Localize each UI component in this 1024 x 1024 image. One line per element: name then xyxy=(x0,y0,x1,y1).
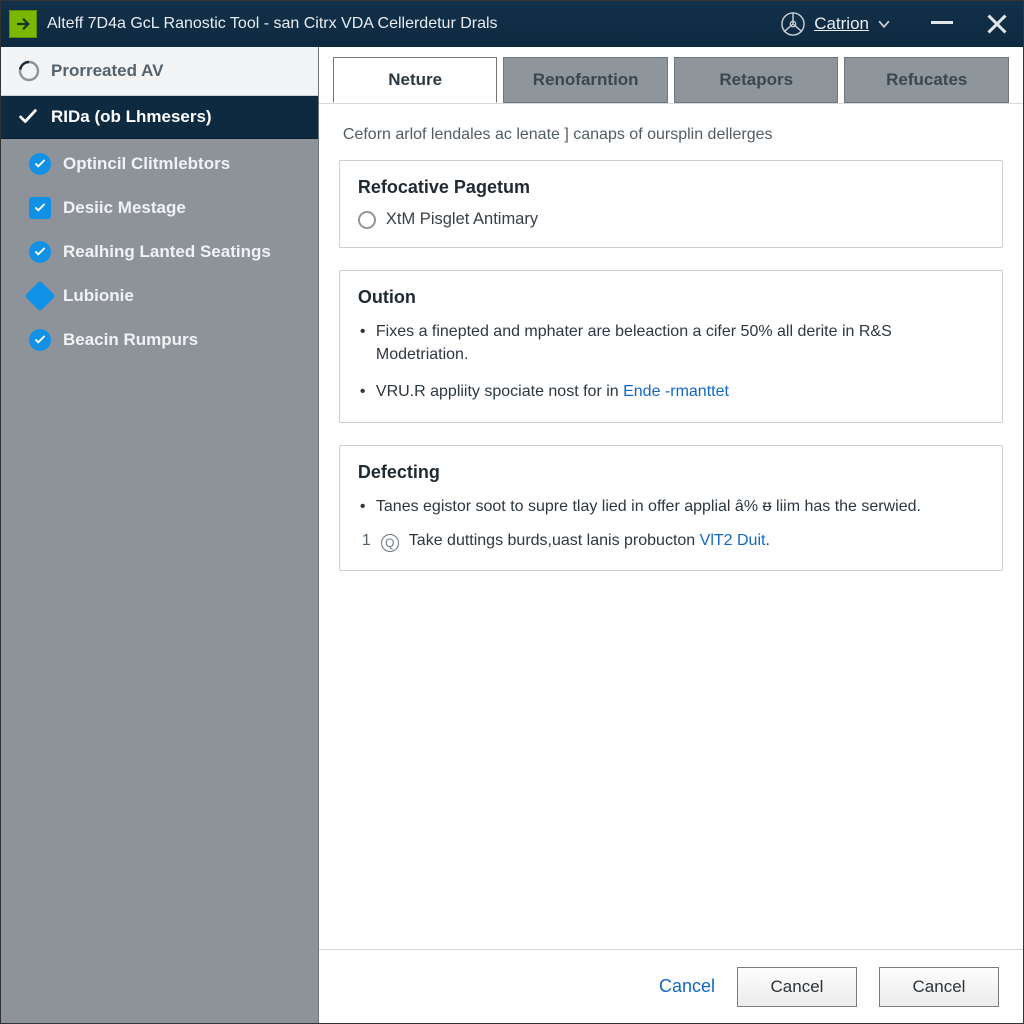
footer-button-2[interactable]: Cancel xyxy=(879,967,999,1007)
sidebar-header-label: Prorreated AV xyxy=(51,61,163,81)
sidebar-items: Optincil Clitmlebtors Desiic Mestage Rea… xyxy=(1,139,318,351)
bullet-list: Fixes a finepted and mphater are beleact… xyxy=(358,320,984,404)
cube-icon xyxy=(24,280,55,311)
brand-dropdown[interactable]: Catrion xyxy=(780,11,891,37)
radio-label: XtM Pisglet Antimary xyxy=(386,210,538,229)
content-area: Ceforn arlof lendales ac lenate ] canaps… xyxy=(319,104,1023,949)
row-index: 1 xyxy=(362,532,371,550)
sidebar-item-2[interactable]: Realhing Lanted Seatings xyxy=(29,241,302,263)
panel-heading: Oution xyxy=(358,287,984,308)
sidebar-item-label: Realhing Lanted Seatings xyxy=(63,242,271,262)
window-body: Prorreated AV RIDa (ob Lhmesers) Optinci… xyxy=(1,47,1023,1023)
sidebar-item-label: Optincil Clitmlebtors xyxy=(63,154,230,174)
panel-heading: Refocative Pagetum xyxy=(358,177,984,198)
bullet-text: Tanes egistor soot to supre tlay lied in… xyxy=(376,498,921,515)
tab-2[interactable]: Retapors xyxy=(674,57,839,103)
numbered-row: 1 Q Take duttings burds,uast lanis probu… xyxy=(358,532,984,552)
chevron-down-icon xyxy=(877,17,891,31)
panel-heading: Defecting xyxy=(358,462,984,483)
bullet-item: VRU.R appliity spociate nost for in Ende… xyxy=(358,380,984,403)
brand-wheel-icon xyxy=(780,11,806,37)
check-icon xyxy=(17,106,39,128)
close-button[interactable] xyxy=(985,13,1007,35)
arrow-right-icon xyxy=(14,15,32,33)
tab-0[interactable]: Neture xyxy=(333,57,498,103)
sidebar-item-1[interactable]: Desiic Mestage xyxy=(29,197,302,219)
tab-bar: Neture Renofarntion Retapors Refucates xyxy=(319,47,1023,104)
footer-link-cancel[interactable]: Cancel xyxy=(659,976,715,997)
minimize-icon xyxy=(931,21,953,24)
sidebar-item-4[interactable]: Beacin Rumpurs xyxy=(29,329,302,351)
row-text: Take duttings burds,uast lanis probucton… xyxy=(409,532,770,550)
app-window: Alteff 7D4a GcL Ranostic Tool - san Citr… xyxy=(0,0,1024,1024)
panel-oution: Oution Fixes a finepted and mphater are … xyxy=(339,270,1003,423)
inline-link[interactable]: VlT2 Duit xyxy=(700,532,766,549)
bullet-item: Tanes egistor soot to supre tlay lied in… xyxy=(358,495,984,518)
footer-button-1[interactable]: Cancel xyxy=(737,967,857,1007)
sidebar-selected-label: RIDa (ob Lhmesers) xyxy=(51,107,212,127)
check-square-icon xyxy=(29,197,51,219)
bullet-text: VRU.R appliity spociate nost for in xyxy=(376,383,623,400)
sidebar-selected[interactable]: RIDa (ob Lhmesers) xyxy=(1,96,318,139)
panel-refocative: Refocative Pagetum XtM Pisglet Antimary xyxy=(339,160,1003,248)
sidebar: Prorreated AV RIDa (ob Lhmesers) Optinci… xyxy=(1,47,319,1023)
check-round-icon xyxy=(29,153,51,175)
row-text-a: Take duttings burds,uast lanis probucton xyxy=(409,532,700,549)
bullet-item: Fixes a finepted and mphater are beleact… xyxy=(358,320,984,366)
ring-icon xyxy=(17,59,41,83)
radio-icon xyxy=(358,211,376,229)
minimize-button[interactable] xyxy=(931,13,953,35)
bullet-list: Tanes egistor soot to supre tlay lied in… xyxy=(358,495,984,518)
tab-1[interactable]: Renofarntion xyxy=(503,57,668,103)
check-round-icon xyxy=(29,241,51,263)
tab-3[interactable]: Refucates xyxy=(844,57,1009,103)
sidebar-item-label: Beacin Rumpurs xyxy=(63,330,198,350)
brand-label: Catrion xyxy=(814,14,869,34)
panel-defecting: Defecting Tanes egistor soot to supre tl… xyxy=(339,445,1003,571)
titlebar: Alteff 7D4a GcL Ranostic Tool - san Citr… xyxy=(1,1,1023,47)
sidebar-item-0[interactable]: Optincil Clitmlebtors xyxy=(29,153,302,175)
help-icon[interactable]: Q xyxy=(381,534,399,552)
radio-option[interactable]: XtM Pisglet Antimary xyxy=(358,210,984,229)
sidebar-item-label: Lubionie xyxy=(63,286,134,306)
app-icon xyxy=(9,10,37,38)
bullet-text: Fixes a finepted and mphater are beleact… xyxy=(376,323,892,363)
inline-link[interactable]: Ende -rmanttet xyxy=(623,383,729,400)
sidebar-item-label: Desiic Mestage xyxy=(63,198,186,218)
sidebar-item-3[interactable]: Lubionie xyxy=(29,285,302,307)
sidebar-header[interactable]: Prorreated AV xyxy=(1,47,318,96)
window-title: Alteff 7D4a GcL Ranostic Tool - san Citr… xyxy=(47,15,498,33)
window-controls xyxy=(931,13,1007,35)
footer-bar: Cancel Cancel Cancel xyxy=(319,949,1023,1023)
row-dot: . xyxy=(765,532,769,549)
check-round-icon xyxy=(29,329,51,351)
main-pane: Neture Renofarntion Retapors Refucates C… xyxy=(319,47,1023,1023)
intro-text: Ceforn arlof lendales ac lenate ] canaps… xyxy=(339,120,1003,160)
